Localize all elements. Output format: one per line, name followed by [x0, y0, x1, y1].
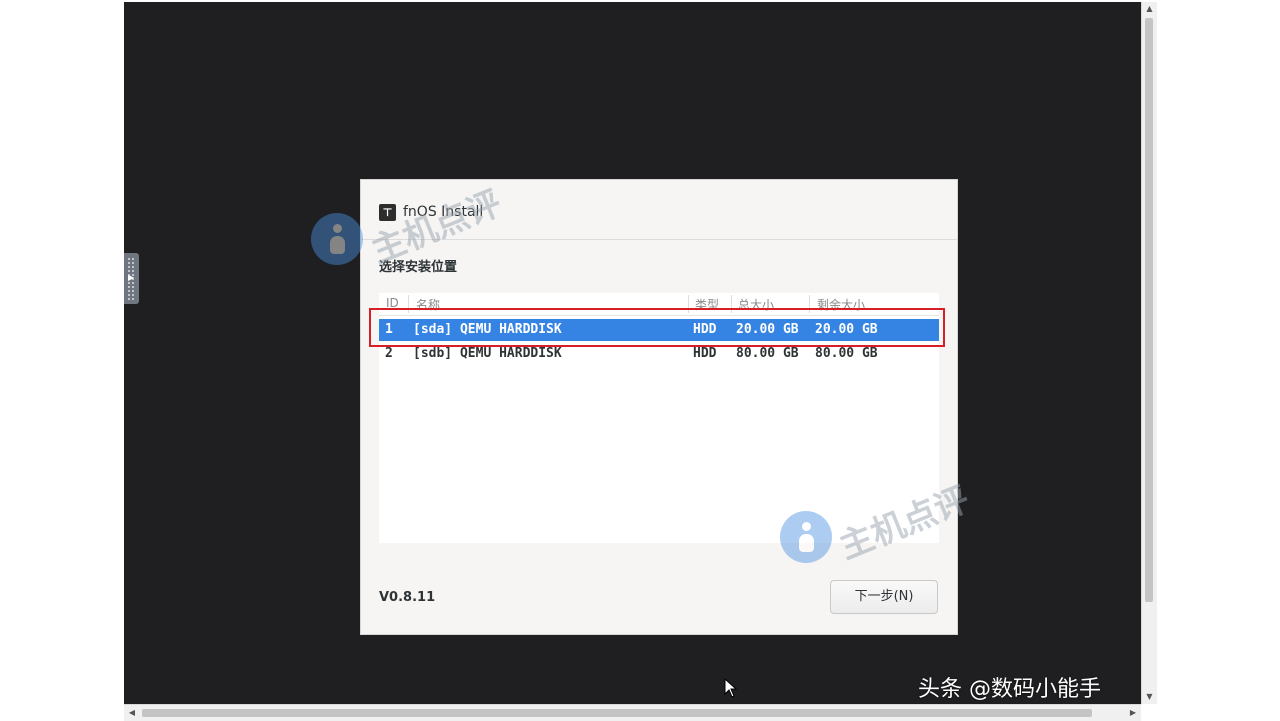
scroll-down-arrow-icon[interactable]: ▼: [1142, 690, 1157, 704]
version-label: V0.8.11: [379, 590, 436, 605]
disk-type: HDD: [693, 346, 717, 361]
person-watermark-icon: [311, 213, 363, 265]
person-watermark-icon: [780, 511, 832, 563]
next-button[interactable]: 下一步(N): [830, 580, 938, 614]
disk-id: 2: [385, 346, 393, 361]
scroll-left-arrow-icon[interactable]: ◀: [124, 705, 140, 721]
disk-name: [sdb] QEMU HARDDISK: [413, 346, 562, 361]
horizontal-scrollbar[interactable]: ◀ ▶: [124, 704, 1141, 721]
horizontal-scroll-thumb[interactable]: [142, 709, 1092, 717]
expand-arrow-icon: ▶: [128, 273, 135, 282]
vm-side-panel-handle[interactable]: ▶: [124, 253, 139, 304]
scroll-up-arrow-icon[interactable]: ▲: [1142, 2, 1157, 16]
disk-total-size: 80.00 GB: [736, 346, 799, 361]
scroll-right-arrow-icon[interactable]: ▶: [1125, 705, 1141, 721]
disk-free-size: 80.00 GB: [815, 346, 878, 361]
selection-highlight-outline: [369, 308, 945, 347]
vertical-scroll-thumb[interactable]: [1145, 18, 1153, 602]
mouse-cursor-icon: [724, 678, 738, 698]
corner-brand-watermark: 头条 @数码小能手: [918, 677, 1101, 702]
vertical-scrollbar[interactable]: ▲ ▼: [1141, 2, 1157, 704]
